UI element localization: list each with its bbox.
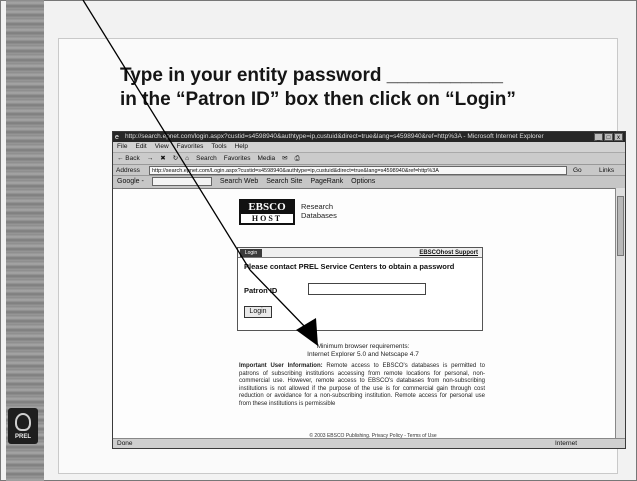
login-tab: Login	[240, 249, 262, 257]
ebsco-host-logo: EBSCO HOST	[239, 199, 295, 225]
options-button[interactable]: Options	[351, 176, 375, 187]
minimize-icon[interactable]: _	[594, 133, 603, 141]
user-information-notice: Important User Information: Remote acces…	[239, 363, 485, 408]
requirements-line-1: Minimum browser requirements:	[316, 343, 410, 350]
browser-requirements: Minimum browser requirements: Internet E…	[243, 343, 483, 359]
print-button[interactable]: ⎙	[295, 153, 300, 164]
password-instructions: Please contact PREL Service Centers to o…	[244, 262, 455, 271]
requirements-line-2: Internet Explorer 5.0 and Netscape 4.7	[307, 351, 419, 358]
standard-toolbar: ← Back → ✖ ↻ ⌂ Search Favorites Media ✉ …	[113, 152, 625, 164]
close-icon[interactable]: x	[614, 133, 623, 141]
prel-logo-text: PREL	[14, 434, 31, 440]
pagerank-button[interactable]: PageRank	[310, 176, 343, 187]
menu-help[interactable]: Help	[235, 142, 248, 152]
patron-id-label: Patron ID	[244, 286, 278, 295]
address-input[interactable]: http://search.epnet.com/Login.aspx?custi…	[149, 166, 567, 175]
vertical-scrollbar[interactable]	[615, 188, 625, 438]
media-button[interactable]: Media	[257, 153, 275, 164]
mail-button[interactable]: ✉	[282, 153, 287, 164]
stop-button[interactable]: ✖	[160, 153, 165, 164]
google-search-input[interactable]	[151, 177, 212, 186]
prel-seal-icon	[15, 413, 31, 431]
status-bar: Done Internet	[113, 438, 625, 448]
menu-file[interactable]: File	[117, 142, 127, 152]
patron-id-input[interactable]	[308, 283, 426, 295]
menu-bar: File Edit View Favorites Tools Help	[113, 142, 625, 152]
slide-title: Type in your entity password ___________…	[120, 64, 590, 112]
browser-window: e http://search.epnet.com/login.aspx?cus…	[112, 131, 626, 449]
logo-ebsco-text: EBSCO	[241, 201, 293, 214]
title-line-1: Type in your entity password ___________	[120, 65, 503, 86]
page-viewport: EBSCO HOST Research Databases Login EBSC…	[113, 188, 615, 439]
logo-host-text: HOST	[251, 214, 283, 223]
search-button[interactable]: Search	[196, 153, 217, 164]
login-button[interactable]: Login	[244, 306, 272, 318]
search-web-button[interactable]: Search Web	[220, 176, 258, 187]
ebscohost-support-link[interactable]: EBSCOhost Support	[419, 249, 478, 257]
menu-view[interactable]: View	[155, 142, 169, 152]
google-toolbar: Google - Search Web Search Site PageRank…	[113, 175, 625, 187]
login-panel: Login EBSCOhost Support Please contact P…	[237, 247, 483, 331]
prel-logo: PREL	[8, 408, 38, 444]
logo-tagline: Research Databases	[301, 202, 337, 220]
ie-icon: e	[115, 134, 119, 141]
menu-edit[interactable]: Edit	[135, 142, 146, 152]
favorites-button[interactable]: Favorites	[224, 153, 251, 164]
login-panel-header: Login EBSCOhost Support	[238, 248, 482, 258]
forward-button[interactable]: →	[147, 153, 154, 164]
home-button[interactable]: ⌂	[185, 153, 189, 164]
back-button[interactable]: ← Back	[117, 153, 140, 164]
scrollbar-thumb[interactable]	[617, 196, 624, 256]
search-site-button[interactable]: Search Site	[266, 176, 302, 187]
refresh-button[interactable]: ↻	[173, 153, 178, 164]
title-line-2: in the “Patron ID” box then click on “Lo…	[120, 89, 516, 110]
menu-favorites[interactable]: Favorites	[177, 142, 204, 152]
google-label[interactable]: Google -	[117, 176, 144, 187]
maximize-icon[interactable]: □	[604, 133, 613, 141]
notice-text: Remote access to EBSCO's databases is pe…	[239, 363, 485, 407]
window-controls: _ □ x	[594, 133, 623, 141]
status-done: Done	[117, 440, 133, 447]
browser-titlebar: e http://search.epnet.com/login.aspx?cus…	[113, 132, 625, 142]
address-bar: Address http://search.epnet.com/Login.as…	[113, 164, 625, 175]
window-title: http://search.epnet.com/login.aspx?custi…	[125, 133, 544, 140]
status-internet-zone: Internet	[555, 440, 578, 447]
menu-tools[interactable]: Tools	[211, 142, 226, 152]
notice-heading: Important User Information:	[239, 363, 323, 369]
